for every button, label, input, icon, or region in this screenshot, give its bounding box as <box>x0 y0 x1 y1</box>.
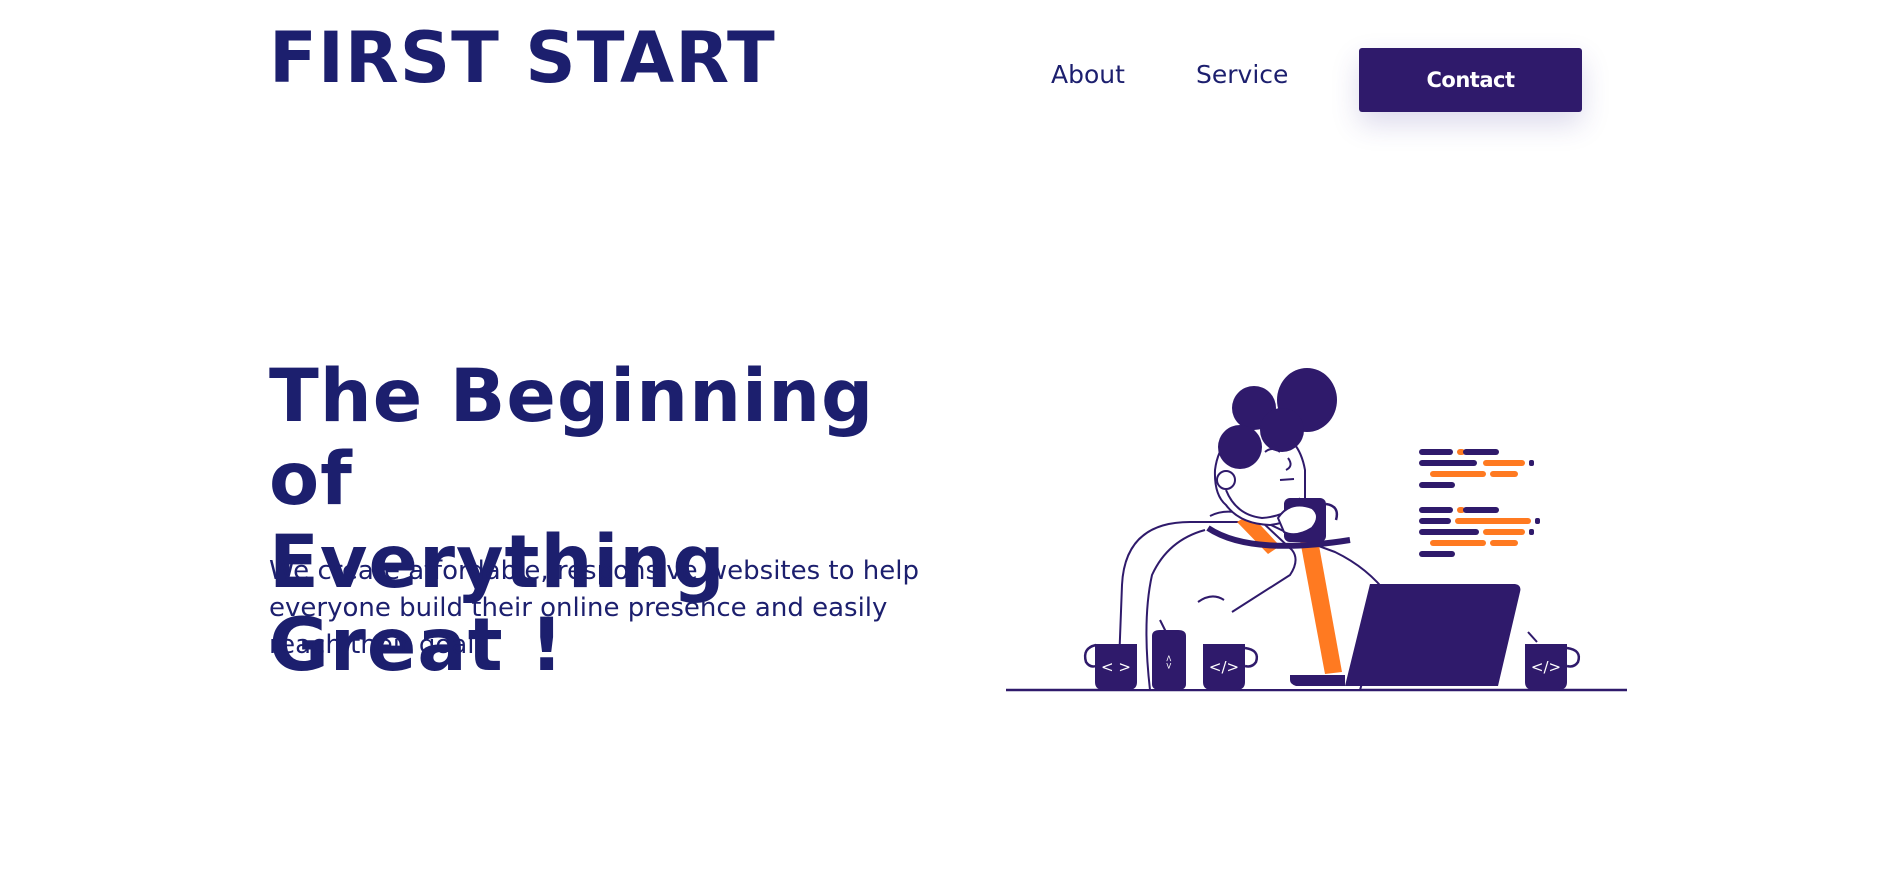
hero-subtitle: We create affordable, responsive website… <box>269 556 919 660</box>
mug-right: </> <box>1525 631 1581 690</box>
nav-link-about[interactable]: About <box>1051 60 1125 90</box>
can: <> <box>1152 619 1186 690</box>
hair-left <box>1218 425 1262 469</box>
mouth <box>1279 478 1295 481</box>
hero-illustration: < > <> </> </> <box>1006 368 1627 692</box>
laptop-screen <box>1345 584 1521 686</box>
held-cup-handle <box>1325 502 1339 521</box>
mug-right-glyph: </> <box>1531 658 1561 676</box>
ear <box>1216 470 1236 490</box>
hero-title-line-1: The Beginning of <box>269 354 875 522</box>
mug-left-glyph: < > <box>1101 658 1131 676</box>
mug-left: < > <box>1083 643 1137 690</box>
code-snippet-1 <box>1419 449 1534 488</box>
can-glyph: <> <box>1163 654 1173 669</box>
hair-bun <box>1260 408 1304 452</box>
contact-button[interactable]: Contact <box>1359 48 1582 112</box>
nav-link-service[interactable]: Service <box>1196 60 1288 90</box>
code-snippet-2 <box>1419 507 1540 557</box>
logo[interactable]: FIRST START <box>269 16 776 100</box>
laptop-base <box>1290 675 1345 686</box>
mug-middle-glyph: </> <box>1209 658 1239 676</box>
